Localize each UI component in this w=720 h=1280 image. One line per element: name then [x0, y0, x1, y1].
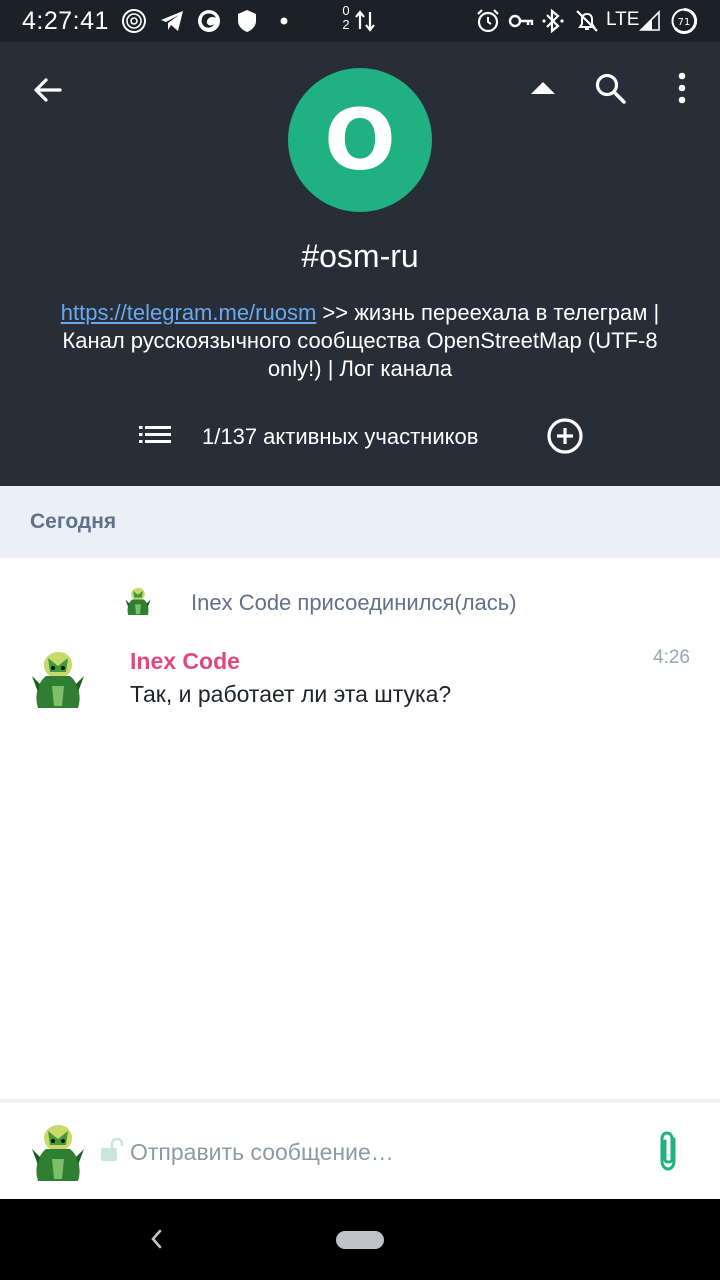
room-name: #osm-ru: [301, 238, 419, 274]
telegram-icon: [161, 11, 183, 31]
bluetooth-icon: [542, 8, 564, 34]
message-timestamp: 4:26: [653, 647, 690, 668]
data-counter: 0 2: [340, 4, 352, 32]
mute-icon: [576, 10, 598, 32]
own-avatar[interactable]: [28, 1119, 88, 1185]
back-arrow-icon[interactable]: [30, 72, 66, 108]
search-icon[interactable]: [592, 70, 628, 106]
membership-event: Inex Code присоединился(лась): [0, 582, 720, 622]
members-row: 1/137 активных участников: [0, 414, 720, 458]
active-members-count: 1/137 активных участников: [202, 424, 479, 449]
membership-event-text: Inex Code присоединился(лась): [191, 590, 517, 615]
message-sender[interactable]: Inex Code: [130, 648, 240, 675]
more-options-icon[interactable]: [668, 70, 696, 106]
message-composer: [0, 1103, 720, 1199]
invite-plus-icon[interactable]: [546, 417, 584, 455]
nav-home-pill[interactable]: [336, 1231, 384, 1249]
message-input[interactable]: [130, 1127, 630, 1177]
battery-level: 71: [678, 17, 691, 28]
status-bar: 4:27:41 0 2 LTE 71: [0, 0, 720, 42]
message-item[interactable]: Inex Code 4:26 Так, и работает ли эта шт…: [0, 640, 720, 720]
network-type: LTE: [606, 9, 640, 30]
attachment-paperclip-icon[interactable]: [652, 1129, 688, 1173]
battery-icon: 71: [671, 7, 698, 34]
data-arrows-icon: [355, 10, 375, 32]
key-icon: [508, 14, 534, 28]
system-navigation-bar: [0, 1199, 720, 1280]
sender-avatar[interactable]: [28, 646, 88, 712]
room-header: O #osm-ru https://telegram.me/ruosm >> ж…: [0, 42, 720, 486]
room-topic: https://telegram.me/ruosm >> жизнь перее…: [60, 299, 660, 383]
nav-back-icon[interactable]: [146, 1225, 166, 1253]
shield-icon: [238, 10, 256, 32]
room-avatar[interactable]: O: [288, 68, 432, 212]
vpn-circle-icon: [122, 9, 146, 33]
firefox-icon: [198, 10, 220, 32]
dot-icon: [280, 17, 288, 25]
data-counter-bottom: 2: [342, 17, 350, 32]
date-separator-label: Сегодня: [30, 510, 117, 533]
user-avatar-small[interactable]: [122, 585, 154, 617]
status-time: 4:27:41: [22, 7, 109, 35]
collapse-up-icon[interactable]: [526, 76, 560, 100]
message-body: Так, и работает ли эта штука?: [130, 681, 452, 707]
date-separator: Сегодня: [0, 486, 720, 558]
topic-link[interactable]: https://telegram.me/ruosm: [61, 300, 317, 325]
alarm-icon: [477, 9, 499, 33]
member-list-icon[interactable]: [138, 423, 172, 449]
data-counter-top: 0: [342, 3, 350, 18]
room-avatar-letter: O: [324, 91, 396, 189]
signal-icon: [639, 10, 660, 31]
unencrypted-lock-icon: [101, 1137, 124, 1161]
